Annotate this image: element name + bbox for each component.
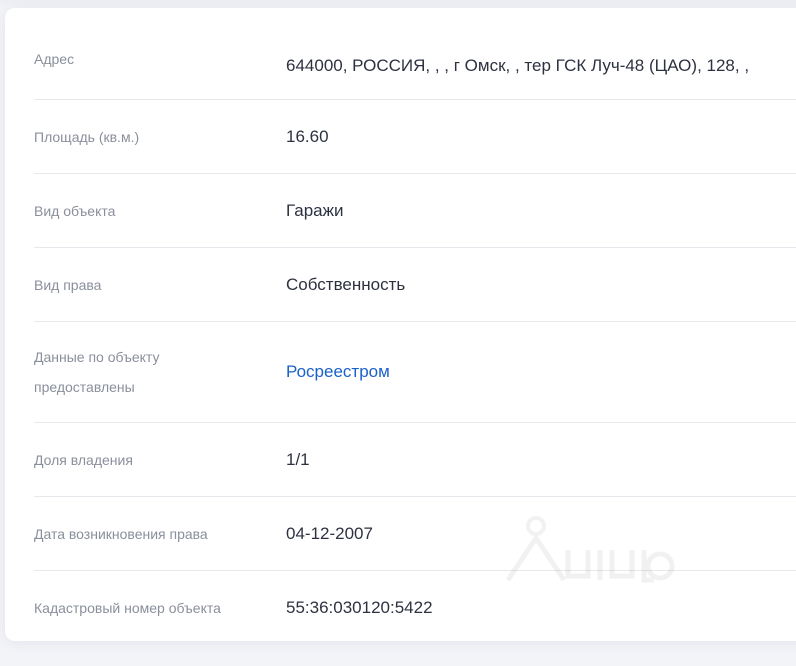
row-ownership-share: Доля владения 1/1	[34, 423, 796, 497]
row-right-type: Вид права Собственность	[34, 248, 796, 322]
label-cadastral-number: Кадастровый номер объекта	[34, 599, 221, 616]
label-right-date: Дата возникновения права	[34, 525, 208, 542]
value-object-type: Гаражи	[286, 200, 344, 220]
value-area: 16.60	[286, 126, 329, 146]
label-object-type: Вид объекта	[34, 202, 116, 219]
rosreestr-link[interactable]: Росреестром	[286, 362, 390, 382]
row-area: Площадь (кв.м.) 16.60	[34, 100, 796, 174]
label-ownership-share: Доля владения	[34, 451, 133, 468]
value-right-date: 04-12-2007	[286, 523, 373, 543]
label-area: Площадь (кв.м.)	[34, 128, 140, 145]
value-right-type: Собственность	[286, 274, 406, 294]
label-right-type: Вид права	[34, 276, 102, 293]
row-address: Адрес 644000, РОССИЯ, , , г Омск, , тер …	[34, 26, 796, 100]
value-cadastral-number: 55:36:030120:5422	[286, 597, 433, 617]
row-data-provider: Данные по объекту предоставлены Росреест…	[34, 322, 796, 423]
row-object-type: Вид объекта Гаражи	[34, 174, 796, 248]
value-ownership-share: 1/1	[286, 449, 310, 469]
label-address: Адрес	[34, 50, 75, 67]
label-data-provider: Данные по объекту предоставлены	[34, 349, 160, 395]
cian-logo-watermark-icon	[505, 516, 675, 583]
top-shade	[0, 0, 796, 8]
value-address: 644000, РОССИЯ, , , г Омск, , тер ГСК Лу…	[286, 55, 750, 75]
